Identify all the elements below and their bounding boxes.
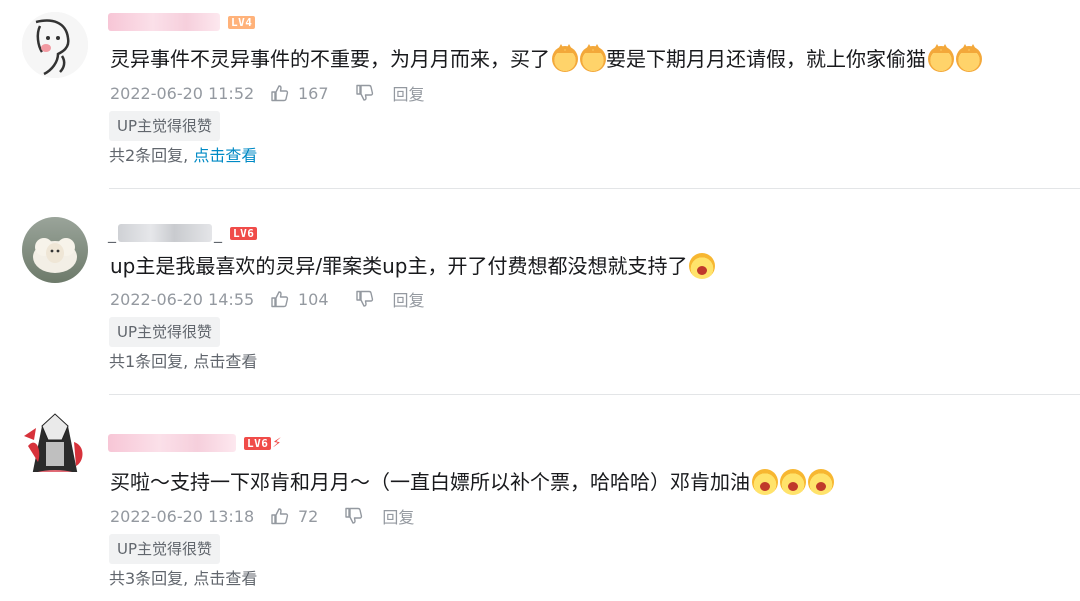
reply-button[interactable]: 回复 bbox=[393, 81, 425, 105]
view-replies-link[interactable]: 点击查看 bbox=[193, 146, 257, 165]
level-badge: LV4 bbox=[228, 15, 256, 29]
replies-count: 共1条回复, bbox=[109, 352, 189, 371]
reply-button[interactable]: 回复 bbox=[393, 287, 425, 311]
avatar-doodle-icon bbox=[22, 12, 88, 78]
replies-summary: 共3条回复, 点击查看 bbox=[109, 567, 257, 591]
comment-text: up主是我最喜欢的灵异/罪案类up主，开了付费想都没想就支持了 bbox=[110, 252, 716, 280]
up-liked-badge: UP主觉得很赞 bbox=[109, 111, 221, 141]
avatar-sheep-icon bbox=[22, 217, 88, 283]
thumb-up-icon[interactable] bbox=[270, 289, 290, 309]
like-count: 167 bbox=[298, 83, 329, 103]
comment-divider bbox=[109, 394, 1080, 395]
avatar-character-icon bbox=[24, 413, 83, 472]
like-count: 104 bbox=[298, 289, 329, 309]
comment-divider bbox=[109, 188, 1080, 189]
username-blurred[interactable] bbox=[118, 224, 212, 242]
reply-button[interactable]: 回复 bbox=[382, 504, 414, 528]
scared-face-emoji-icon bbox=[780, 469, 806, 495]
replies-count: 共2条回复, bbox=[109, 146, 189, 165]
comment-text-body: up主是我最喜欢的灵异/罪案类up主，开了付费想都没想就支持了 bbox=[110, 254, 688, 278]
username-blurred[interactable] bbox=[108, 13, 220, 31]
user-avatar[interactable] bbox=[22, 406, 88, 472]
thumb-up-icon[interactable] bbox=[270, 506, 290, 526]
thumb-down-icon[interactable] bbox=[344, 506, 364, 526]
username-blurred[interactable] bbox=[108, 434, 236, 452]
comment-meta: 2022-06-20 13:18 72 回复 bbox=[110, 504, 414, 528]
replies-summary: 共2条回复, 点击查看 bbox=[109, 144, 257, 168]
view-replies-link[interactable]: 点击查看 bbox=[193, 352, 257, 371]
up-liked-badge: UP主觉得很赞 bbox=[109, 534, 221, 564]
user-avatar[interactable] bbox=[22, 217, 88, 283]
timestamp: 2022-06-20 13:18 bbox=[110, 506, 255, 526]
timestamp: 2022-06-20 14:55 bbox=[110, 289, 255, 309]
level-badge: LV6 bbox=[230, 226, 258, 240]
username-row: LV4 bbox=[108, 10, 256, 34]
view-replies-link[interactable]: 点击查看 bbox=[193, 569, 257, 588]
username-prefix: _ bbox=[108, 223, 116, 243]
thumb-down-icon[interactable] bbox=[355, 83, 375, 103]
comment-text-part-1: 灵异事件不灵异事件的不重要，为月月而来，买了 bbox=[110, 47, 550, 71]
cat-emoji-icon bbox=[552, 44, 578, 72]
replies-count: 共3条回复, bbox=[109, 569, 189, 588]
scared-face-emoji-icon bbox=[752, 469, 778, 495]
scared-face-emoji-icon bbox=[689, 253, 716, 279]
thumb-up-icon[interactable] bbox=[270, 83, 290, 103]
username-row: LV6 ⚡ bbox=[108, 431, 282, 455]
comment-text-body: 买啦～支持一下邓肯和月月～（一直白嫖所以补个票，哈哈哈）邓肯加油 bbox=[110, 470, 750, 494]
cat-emoji-icon bbox=[928, 44, 954, 72]
thumb-down-icon[interactable] bbox=[355, 289, 375, 309]
like-count: 72 bbox=[298, 506, 319, 526]
cat-emoji-icon bbox=[956, 44, 982, 72]
username-suffix: _ bbox=[214, 223, 222, 243]
timestamp: 2022-06-20 11:52 bbox=[110, 83, 255, 103]
comment-text: 灵异事件不灵异事件的不重要，为月月而来，买了 要是下期月月还请假，就上你家偷猫 bbox=[110, 44, 982, 73]
user-avatar[interactable] bbox=[22, 12, 88, 78]
scared-face-emoji-icon bbox=[808, 469, 834, 495]
cat-emoji-icon bbox=[580, 44, 606, 72]
comment-meta: 2022-06-20 11:52 167 回复 bbox=[110, 81, 425, 105]
comment-meta: 2022-06-20 14:55 104 回复 bbox=[110, 287, 425, 311]
username-row: _ _ LV6 bbox=[108, 221, 258, 245]
lightning-icon: ⚡ bbox=[272, 435, 282, 451]
up-liked-badge: UP主觉得很赞 bbox=[109, 317, 221, 347]
level-badge: LV6 bbox=[244, 436, 272, 450]
replies-summary: 共1条回复, 点击查看 bbox=[109, 350, 257, 374]
comment-text-part-2: 要是下期月月还请假，就上你家偷猫 bbox=[606, 47, 926, 71]
comment-text: 买啦～支持一下邓肯和月月～（一直白嫖所以补个票，哈哈哈）邓肯加油 bbox=[110, 468, 834, 496]
